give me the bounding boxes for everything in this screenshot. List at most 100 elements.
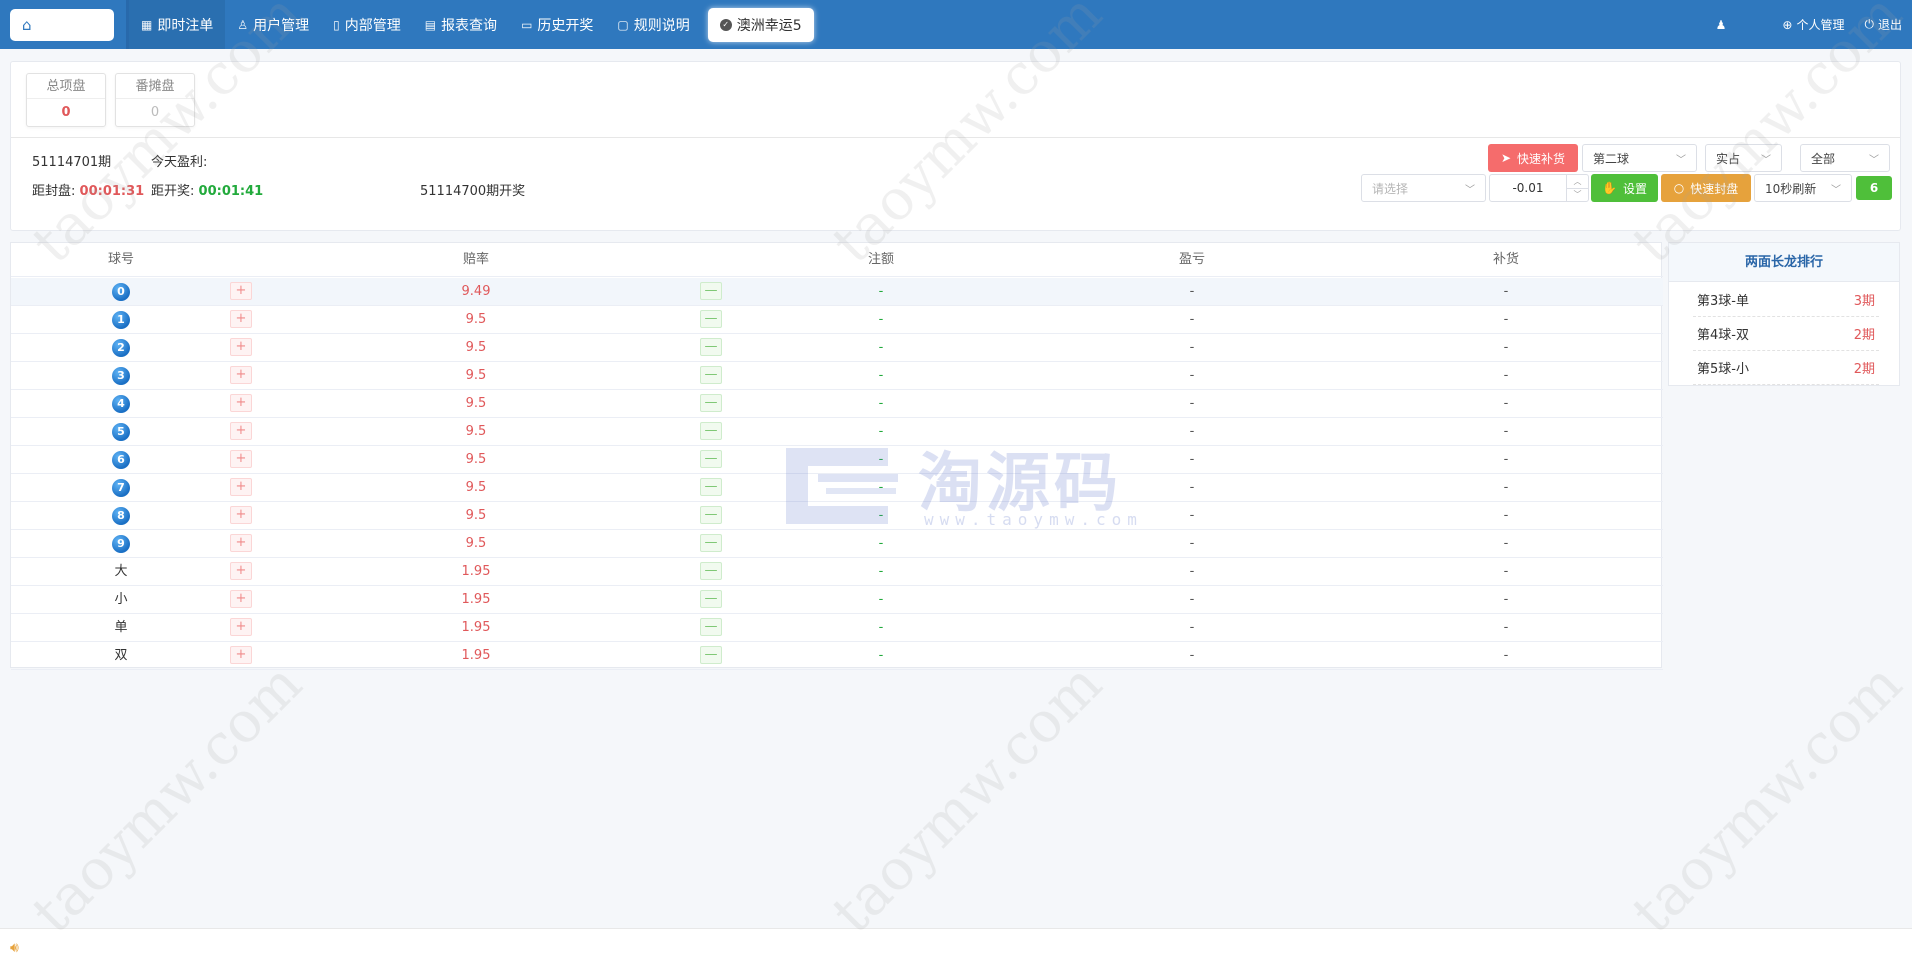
odds-step-input[interactable]: -0.01 ︿ ﹀ <box>1489 174 1589 202</box>
monitor-icon: ▭ <box>521 17 533 32</box>
settings-button[interactable]: ✋ 设置 <box>1591 174 1658 202</box>
bet-amount: - <box>878 508 884 523</box>
fantan-plate-stat[interactable]: 番摊盘 0 <box>115 73 195 127</box>
refresh-interval-value: 10秒刷新 <box>1765 181 1817 196</box>
hand-icon: ✋ <box>1602 181 1617 195</box>
mode-select[interactable]: 实占 ﹀ <box>1705 144 1782 172</box>
chevron-down-icon: ﹀ <box>1465 184 1475 196</box>
user-avatar-icon[interactable]: ♟ <box>1716 18 1727 32</box>
decrease-odds-button[interactable]: — <box>700 450 722 468</box>
ball-number: 1 <box>112 311 130 329</box>
decrease-odds-button[interactable]: — <box>700 646 722 664</box>
header-profit: 盈亏 <box>1178 252 1206 267</box>
stepper-up-icon[interactable]: ︿ <box>1567 175 1588 189</box>
decrease-odds-button[interactable]: — <box>700 618 722 636</box>
check-circle-icon: ✓ <box>719 18 732 31</box>
total-plate-label: 总项盘 <box>27 74 105 99</box>
diagonal-watermark: taoymw.com <box>20 651 315 946</box>
header-bet: 注额 <box>867 252 895 267</box>
home-button[interactable]: ⌂ <box>10 8 114 41</box>
increase-odds-button[interactable]: + <box>230 534 252 552</box>
refresh-count-badge[interactable]: 6 <box>1856 176 1892 200</box>
increase-odds-button[interactable]: + <box>230 618 252 636</box>
nav-item-5[interactable]: ▢ 规则说明 <box>605 0 701 49</box>
bet-amount: - <box>878 368 884 383</box>
odds-value: 1.95 <box>461 564 491 579</box>
ranking-item-name: 第4球-双 <box>1697 328 1749 343</box>
game-tab-aozhou-xingyun5[interactable]: ✓ 澳洲幸运5 <box>707 7 814 42</box>
profile-link[interactable]: ⊕ 个人管理 <box>1782 16 1844 33</box>
nav-item-1[interactable]: ♙ 用户管理 <box>225 0 321 49</box>
bet-amount: - <box>878 424 884 439</box>
increase-odds-button[interactable]: + <box>230 506 252 524</box>
increase-odds-button[interactable]: + <box>230 310 252 328</box>
table-row: 8 +9.5 — - - - <box>11 502 1663 530</box>
book-icon: ▯ <box>333 17 340 32</box>
increase-odds-button[interactable]: + <box>230 282 252 300</box>
bet-amount: - <box>878 312 884 327</box>
ranking-item-count: 2期 <box>1853 328 1875 343</box>
grid-icon: ▦ <box>141 17 153 32</box>
table-row: 2 +9.5 — - - - <box>11 334 1663 362</box>
profit-value: - <box>1189 312 1195 327</box>
decrease-odds-button[interactable]: — <box>700 282 722 300</box>
profit-value: - <box>1189 340 1195 355</box>
decrease-odds-button[interactable]: — <box>700 506 722 524</box>
increase-odds-button[interactable]: + <box>230 590 252 608</box>
odds-value: 1.95 <box>461 592 491 607</box>
increase-odds-button[interactable]: + <box>230 450 252 468</box>
quick-restock-button[interactable]: ➤ 快速补货 <box>1488 144 1578 172</box>
choose-select[interactable]: 请选择 ﹀ <box>1361 174 1486 202</box>
ranking-title: 两面长龙排行 <box>1669 243 1899 282</box>
stepper-down-icon[interactable]: ﹀ <box>1567 189 1588 202</box>
ball-number: 9 <box>112 535 130 553</box>
ball-number: 5 <box>112 423 130 441</box>
nav-item-2[interactable]: ▯ 内部管理 <box>321 0 413 49</box>
decrease-odds-button[interactable]: — <box>700 394 722 412</box>
nav-item-4[interactable]: ▭ 历史开奖 <box>509 0 605 49</box>
profit-value: - <box>1189 452 1195 467</box>
refresh-interval-select[interactable]: 10秒刷新 ﹀ <box>1754 174 1852 202</box>
decrease-odds-button[interactable]: — <box>700 366 722 384</box>
quick-close-button[interactable]: ○ 快速封盘 <box>1661 174 1751 202</box>
bet-amount: - <box>878 648 884 663</box>
speaker-icon[interactable]: 🔊︎ <box>10 940 19 956</box>
footer-bar: 🔊︎ <box>0 928 1912 966</box>
globe-icon: ⊕ <box>1782 17 1793 32</box>
quick-restock-label: 快速补货 <box>1517 151 1566 166</box>
decrease-odds-button[interactable]: — <box>700 478 722 496</box>
increase-odds-button[interactable]: + <box>230 646 252 664</box>
increase-odds-button[interactable]: + <box>230 394 252 412</box>
nav-item-3[interactable]: ▤ 报表查询 <box>413 0 509 49</box>
restock-value: - <box>1503 508 1509 523</box>
increase-odds-button[interactable]: + <box>230 366 252 384</box>
top-right-menu: ♟ ⊕ 个人管理 ⏻ 退出 <box>1716 0 1902 49</box>
decrease-odds-button[interactable]: — <box>700 590 722 608</box>
ball-label: 双 <box>114 648 128 663</box>
scope-select[interactable]: 全部 ﹀ <box>1800 144 1890 172</box>
logout-link[interactable]: ⏻ 退出 <box>1864 16 1902 33</box>
decrease-odds-button[interactable]: — <box>700 562 722 580</box>
increase-odds-button[interactable]: + <box>230 478 252 496</box>
decrease-odds-button[interactable]: — <box>700 338 722 356</box>
nav-item-0[interactable]: ▦ 即时注单 <box>129 0 226 49</box>
bet-amount: - <box>878 340 884 355</box>
chevron-down-icon: ﹀ <box>1761 154 1771 166</box>
restock-value: - <box>1503 564 1509 579</box>
ball-number: 4 <box>112 395 130 413</box>
restock-value: - <box>1503 284 1509 299</box>
increase-odds-button[interactable]: + <box>230 562 252 580</box>
increase-odds-button[interactable]: + <box>230 422 252 440</box>
table-row: 1 +9.5 — - - - <box>11 306 1663 334</box>
close-countdown-time: 00:01:31 <box>79 184 145 199</box>
increase-odds-button[interactable]: + <box>230 338 252 356</box>
decrease-odds-button[interactable]: — <box>700 422 722 440</box>
table-row: 7 +9.5 — - - - <box>11 474 1663 502</box>
decrease-odds-button[interactable]: — <box>700 310 722 328</box>
total-plate-stat[interactable]: 总项盘 0 <box>26 73 106 127</box>
chevron-down-icon: ﹀ <box>1676 154 1686 166</box>
decrease-odds-button[interactable]: — <box>700 534 722 552</box>
total-plate-value: 0 <box>61 105 71 120</box>
ball-select[interactable]: 第二球 ﹀ <box>1582 144 1697 172</box>
profit-value: - <box>1189 480 1195 495</box>
